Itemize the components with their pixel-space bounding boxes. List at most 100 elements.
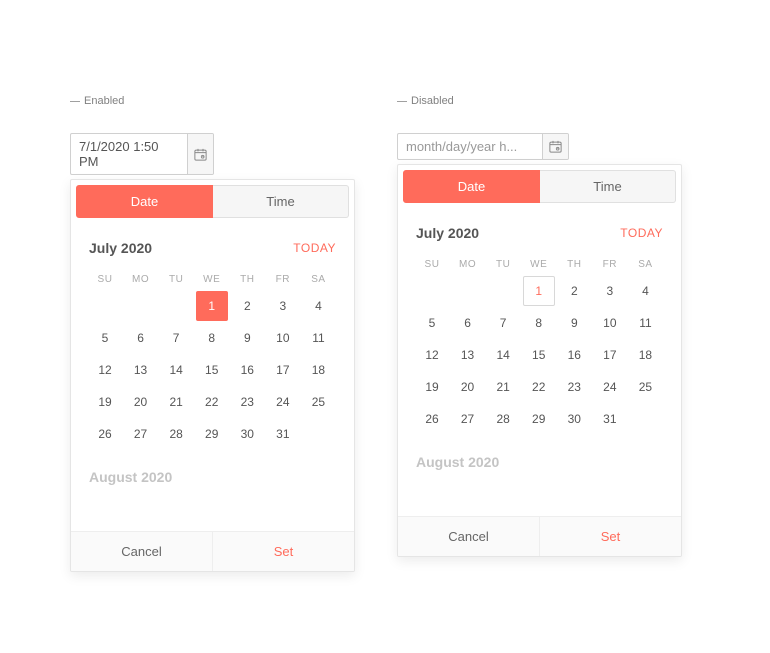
day-cell[interactable]: 3 (267, 291, 299, 321)
tab-date[interactable]: Date (403, 170, 540, 203)
day-cell[interactable]: 5 (416, 308, 448, 338)
day-cell[interactable]: 2 (231, 291, 263, 321)
day-cell[interactable]: 7 (487, 308, 519, 338)
datepicker-enabled: 7/1/2020 1:50 PM Date Time July 2020 TOD… (70, 133, 355, 572)
cancel-button[interactable]: Cancel (71, 532, 213, 571)
day-cell[interactable]: 24 (594, 372, 626, 402)
popup-footer: Cancel Set (71, 531, 354, 571)
day-cell[interactable]: 27 (452, 404, 484, 434)
cancel-button[interactable]: Cancel (398, 517, 540, 556)
datetime-input[interactable]: 7/1/2020 1:50 PM (71, 134, 187, 174)
today-link[interactable]: TODAY (293, 241, 336, 255)
weekday-label: MO (125, 270, 157, 289)
day-cell[interactable]: 8 (196, 323, 228, 353)
legend-disabled-text: Disabled (411, 95, 454, 107)
day-cell[interactable]: 11 (629, 308, 661, 338)
day-cell[interactable]: 9 (231, 323, 263, 353)
today-link[interactable]: TODAY (620, 226, 663, 240)
day-cell[interactable]: 14 (160, 355, 192, 385)
day-cell[interactable]: 20 (452, 372, 484, 402)
datetime-input-placeholder: month/day/year h... (398, 134, 542, 159)
set-button[interactable]: Set (540, 517, 681, 556)
day-cell[interactable]: 29 (523, 404, 555, 434)
day-cell[interactable]: 30 (558, 404, 590, 434)
day-cell[interactable]: 6 (452, 308, 484, 338)
day-cell[interactable]: 15 (196, 355, 228, 385)
day-cell[interactable]: 13 (125, 355, 157, 385)
day-cell[interactable]: 12 (416, 340, 448, 370)
weekday-label: TH (558, 255, 590, 274)
day-cell[interactable]: 24 (267, 387, 299, 417)
next-month-title: August 2020 (398, 434, 681, 470)
day-cell[interactable]: 22 (196, 387, 228, 417)
day-cell[interactable]: 27 (125, 419, 157, 449)
day-cell[interactable]: 12 (89, 355, 121, 385)
weekday-label: SU (416, 255, 448, 274)
weekday-label: FR (267, 270, 299, 289)
day-cell[interactable]: 14 (487, 340, 519, 370)
day-cell[interactable]: 30 (231, 419, 263, 449)
datetime-input-group[interactable]: 7/1/2020 1:50 PM (70, 133, 214, 175)
day-cell[interactable]: 4 (302, 291, 334, 321)
day-cell[interactable]: 10 (594, 308, 626, 338)
day-cell[interactable]: 19 (89, 387, 121, 417)
day-cell[interactable]: 16 (231, 355, 263, 385)
weekday-row: SU MO TU WE TH FR SA (89, 270, 336, 289)
next-month-title: August 2020 (71, 449, 354, 485)
datepicker-popup: Date Time July 2020 TODAY SU MO TU WE TH… (397, 164, 682, 557)
days-grid: 1 2 3 4 5 6 7 8 9 10 11 12 13 14 15 16 1… (89, 291, 336, 449)
legend-enabled: Enabled (70, 95, 124, 107)
day-cell[interactable]: 25 (629, 372, 661, 402)
day-cell[interactable]: 16 (558, 340, 590, 370)
legend-enabled-text: Enabled (84, 95, 124, 107)
weekday-label: MO (452, 255, 484, 274)
day-cell[interactable]: 18 (629, 340, 661, 370)
day-cell[interactable]: 31 (267, 419, 299, 449)
day-cell[interactable]: 26 (416, 404, 448, 434)
weekday-label: TU (487, 255, 519, 274)
day-cell[interactable]: 21 (487, 372, 519, 402)
day-cell[interactable]: 10 (267, 323, 299, 353)
day-cell[interactable]: 20 (125, 387, 157, 417)
day-cell[interactable]: 4 (629, 276, 661, 306)
day-cell[interactable]: 25 (302, 387, 334, 417)
day-cell[interactable]: 2 (558, 276, 590, 306)
calendar-toggle-button[interactable] (187, 134, 213, 174)
calendar-toggle-button (542, 134, 568, 159)
day-cell[interactable]: 17 (594, 340, 626, 370)
day-cell[interactable]: 22 (523, 372, 555, 402)
day-cell[interactable]: 29 (196, 419, 228, 449)
day-cell[interactable]: 11 (302, 323, 334, 353)
day-cell[interactable]: 15 (523, 340, 555, 370)
datepicker-disabled: month/day/year h... Date Time July 2020 … (397, 133, 682, 557)
day-cell[interactable]: 9 (558, 308, 590, 338)
day-cell[interactable]: 21 (160, 387, 192, 417)
calendar-icon (548, 139, 563, 154)
day-cell[interactable]: 23 (558, 372, 590, 402)
day-cell[interactable]: 17 (267, 355, 299, 385)
legend-disabled: Disabled (397, 95, 454, 107)
day-cell[interactable]: 3 (594, 276, 626, 306)
day-cell[interactable]: 28 (160, 419, 192, 449)
day-cell[interactable]: 26 (89, 419, 121, 449)
day-cell[interactable]: 19 (416, 372, 448, 402)
day-cell[interactable]: 5 (89, 323, 121, 353)
set-button[interactable]: Set (213, 532, 354, 571)
datetime-input-group: month/day/year h... (397, 133, 569, 160)
tab-time[interactable]: Time (213, 185, 349, 218)
day-cell[interactable]: 28 (487, 404, 519, 434)
day-cell[interactable]: 18 (302, 355, 334, 385)
day-cell[interactable]: 8 (523, 308, 555, 338)
day-cell[interactable]: 31 (594, 404, 626, 434)
day-cell-selected[interactable]: 1 (523, 276, 555, 306)
day-cell[interactable]: 7 (160, 323, 192, 353)
month-block: July 2020 TODAY SU MO TU WE TH FR SA 1 2… (398, 203, 681, 434)
tab-date[interactable]: Date (76, 185, 213, 218)
day-cell-selected[interactable]: 1 (196, 291, 228, 321)
day-cell[interactable]: 13 (452, 340, 484, 370)
day-cell[interactable]: 23 (231, 387, 263, 417)
tabs: Date Time (71, 180, 354, 218)
tab-time[interactable]: Time (540, 170, 676, 203)
day-cell[interactable]: 6 (125, 323, 157, 353)
weekday-label: SA (302, 270, 334, 289)
